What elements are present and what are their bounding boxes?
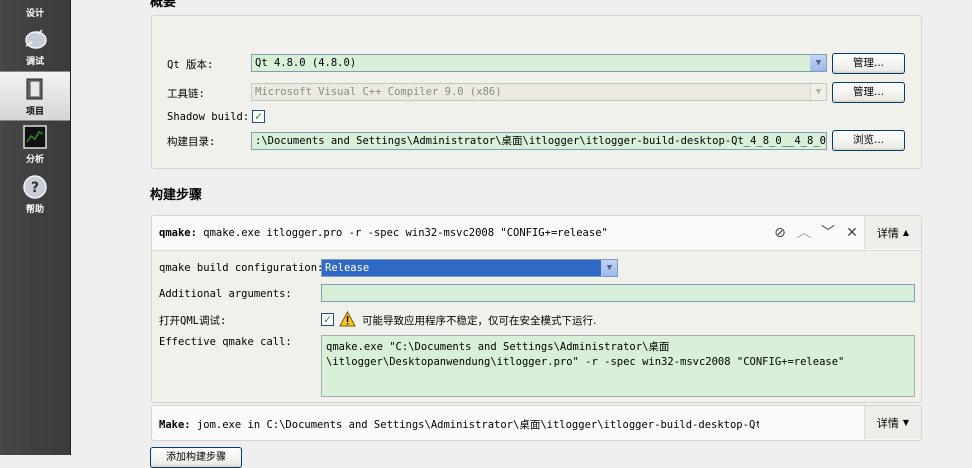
- qmake-details-button[interactable]: 详情 ▲: [864, 216, 921, 249]
- chevron-down-icon: ▼: [902, 418, 910, 427]
- make-step-name: Make:: [159, 419, 191, 431]
- mode-design-label: 设计: [25, 9, 44, 19]
- mode-projects[interactable]: 项目: [0, 71, 70, 121]
- mode-projects-label: 项目: [25, 107, 44, 117]
- projects-icon: [26, 78, 43, 100]
- remove-step-icon[interactable]: ✕: [844, 225, 860, 241]
- mode-analyze[interactable]: 分析: [0, 120, 70, 168]
- qml-debug-warning: 可能导致应用程序不稳定，仅可在安全模式下运行.: [362, 315, 597, 327]
- disable-step-icon[interactable]: ⊘: [772, 225, 788, 241]
- svg-text:?: ?: [31, 180, 39, 196]
- qt-version-value: Qt 4.8.0 (4.8.0): [255, 57, 357, 69]
- make-details-label: 详情: [876, 416, 899, 430]
- qt-version-combo[interactable]: Qt 4.8.0 (4.8.0) ▼: [251, 54, 827, 72]
- mode-design[interactable]: 设计: [0, 0, 70, 22]
- chevron-up-icon: ▲: [902, 228, 910, 237]
- bug-icon: [25, 29, 47, 49]
- general-section-title: 概要: [150, 0, 177, 10]
- mode-help-label: 帮助: [25, 205, 44, 215]
- build-settings-page: 概要 Qt 版本: Qt 4.8.0 (4.8.0) ▼ 管理... 工具链: …: [71, 0, 972, 468]
- qml-debug-checkbox[interactable]: ✓: [321, 313, 334, 326]
- additional-args-input[interactable]: [321, 284, 915, 302]
- qmake-step-name: qmake:: [159, 227, 197, 239]
- shadow-build-checkbox[interactable]: ✓: [252, 110, 265, 123]
- qmake-step-header[interactable]: qmake: qmake.exe itlogger.pro -r -spec w…: [152, 216, 921, 251]
- move-down-icon[interactable]: ﹀: [820, 225, 836, 241]
- mode-debug[interactable]: 调试: [0, 22, 70, 70]
- mode-debug-label: 调试: [25, 57, 44, 67]
- additional-args-label: Additional arguments:: [159, 288, 292, 300]
- move-up-icon[interactable]: ︿: [796, 225, 812, 241]
- mode-help[interactable]: ? 帮助: [0, 170, 70, 218]
- build-dir-label: 构建目录:: [167, 136, 216, 148]
- qmake-config-label: qmake build configuration:: [159, 262, 324, 274]
- chevron-down-icon: ▼: [810, 84, 826, 100]
- add-build-step-button[interactable]: 添加构建步骤: [150, 447, 242, 468]
- make-step-summary: Make: jom.exe in C:\Documents and Settin…: [159, 417, 759, 432]
- build-steps-title: 构建步骤: [150, 188, 203, 203]
- manage-toolchain-button[interactable]: 管理...: [832, 82, 905, 103]
- chevron-down-icon: ▼: [601, 260, 617, 276]
- qmake-details-label: 详情: [876, 226, 899, 240]
- browse-button[interactable]: 浏览...: [832, 130, 905, 151]
- qml-debug-label: 打开QML调试:: [159, 315, 227, 327]
- mode-analyze-label: 分析: [25, 155, 44, 165]
- make-step-panel: Make: jom.exe in C:\Documents and Settin…: [151, 405, 922, 441]
- analyze-icon: [23, 125, 47, 149]
- toolchain-combo: Microsoft Visual C++ Compiler 9.0 (x86) …: [251, 83, 827, 101]
- chevron-down-icon: ▼: [810, 55, 826, 71]
- qmake-config-combo[interactable]: Release ▼: [321, 259, 618, 277]
- make-step-command: jom.exe in C:\Documents and Settings\Adm…: [190, 419, 759, 431]
- mode-sidebar: 设计 调试 项目 分析 ? 帮助: [0, 0, 71, 455]
- qmake-step-panel: qmake: qmake.exe itlogger.pro -r -spec w…: [151, 215, 922, 403]
- qmake-config-value: Release: [325, 262, 370, 274]
- make-details-button[interactable]: 详情 ▼: [864, 406, 921, 439]
- manage-qt-button[interactable]: 管理...: [832, 53, 905, 74]
- qmake-step-summary: qmake: qmake.exe itlogger.pro -r -spec w…: [159, 227, 608, 239]
- effective-call-label: Effective qmake call:: [159, 336, 292, 348]
- toolchain-value: Microsoft Visual C++ Compiler 9.0 (x86): [255, 86, 502, 98]
- warning-icon: [339, 311, 356, 327]
- qmake-step-command: qmake.exe itlogger.pro -r -spec win32-ms…: [196, 227, 608, 239]
- general-panel: Qt 版本: Qt 4.8.0 (4.8.0) ▼ 管理... 工具链: Mic…: [151, 15, 922, 169]
- qt-version-label: Qt 版本:: [167, 59, 214, 71]
- build-dir-field[interactable]: :\Documents and Settings\Administrator\桌…: [251, 132, 827, 150]
- effective-call-text: qmake.exe "C:\Documents and Settings\Adm…: [321, 335, 915, 397]
- toolchain-label: 工具链:: [167, 88, 205, 100]
- shadow-build-label: Shadow build:: [167, 111, 250, 123]
- help-icon: ?: [23, 175, 47, 199]
